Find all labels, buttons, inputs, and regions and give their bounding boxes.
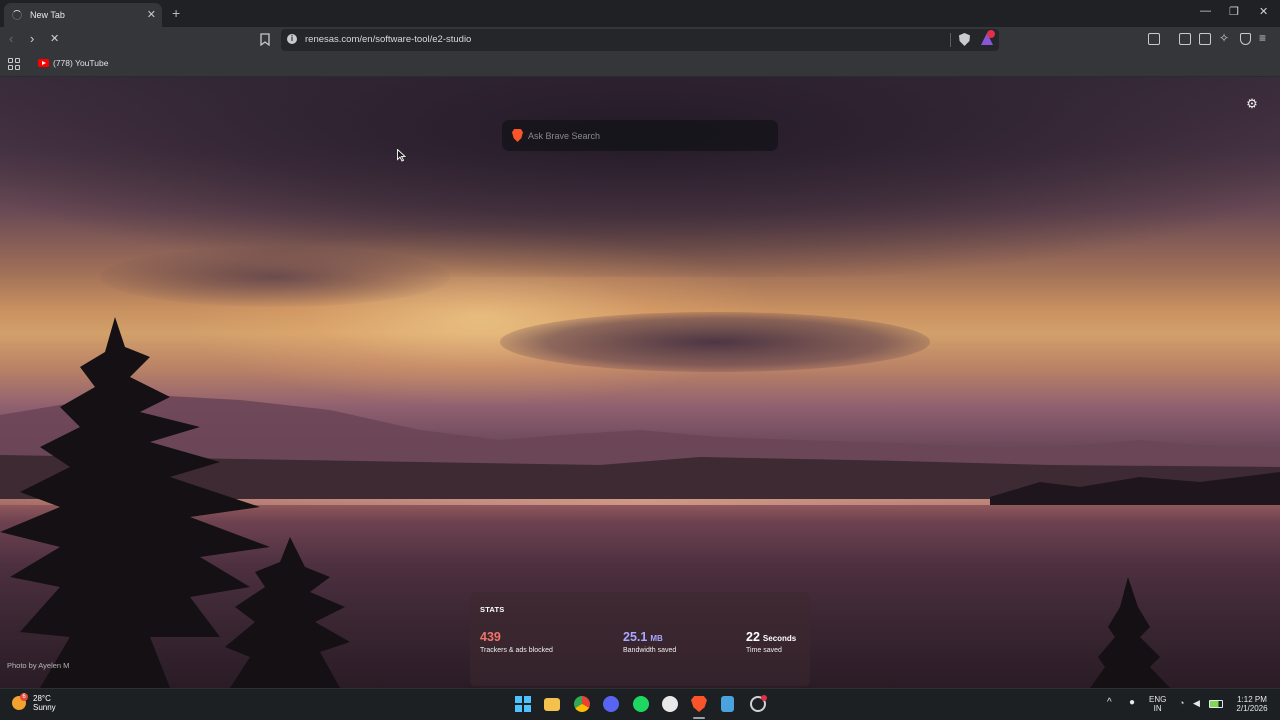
active-app-indicator [693, 717, 705, 719]
volume-icon[interactable]: ◀ [1193, 699, 1200, 708]
stat-trackers: 439 Trackers & ads blocked [480, 630, 553, 654]
reader-mode-icon[interactable] [1148, 33, 1160, 45]
divider [950, 33, 951, 47]
github-icon[interactable] [662, 696, 678, 712]
clock[interactable]: 1:12 PM 2/1/2026 [1230, 695, 1274, 713]
background-clouds [100, 247, 450, 307]
weather-badge: 6 [20, 693, 28, 701]
notification-badge [987, 30, 995, 38]
bookmark-youtube[interactable]: (778) YouTube [38, 58, 108, 68]
gear-icon[interactable]: ⚙ [1245, 97, 1259, 111]
url-text[interactable]: renesas.com/en/software-tool/e2-studio [305, 34, 471, 45]
bookmark-icon[interactable] [260, 33, 270, 46]
brave-icon[interactable] [691, 696, 707, 712]
stat-value: 25.1 [623, 630, 648, 644]
chrome-icon[interactable] [574, 696, 590, 712]
windows-start-icon[interactable] [515, 696, 531, 712]
stat-label: Trackers & ads blocked [480, 647, 553, 654]
brave-shields-icon[interactable] [959, 33, 970, 46]
tab-title: New Tab [30, 10, 65, 20]
language-indicator[interactable]: ENG IN [1149, 695, 1166, 713]
close-icon[interactable]: ✕ [147, 9, 156, 21]
restore-icon[interactable]: ❐ [1229, 5, 1239, 18]
tab-new-tab[interactable]: New Tab ✕ [4, 3, 162, 27]
spotify-icon[interactable] [633, 696, 649, 712]
file-explorer-icon[interactable] [544, 698, 560, 711]
stat-time: 22 Seconds Time saved [746, 630, 796, 654]
sun-icon: 6 [12, 693, 28, 710]
weather-temp: 28°C [33, 694, 51, 703]
lang-line2: IN [1153, 704, 1162, 713]
microphone-icon[interactable]: ● [1129, 698, 1135, 708]
weather-condition: Sunny [33, 703, 56, 712]
new-tab-button[interactable]: + [172, 5, 180, 21]
bookmarks-bar: (778) YouTube [0, 53, 1280, 77]
loading-spinner-icon [12, 10, 22, 20]
menu-icon[interactable]: ≡ [1259, 31, 1266, 45]
search-input[interactable] [528, 120, 768, 151]
forward-arrow-icon[interactable]: › [30, 32, 34, 46]
taskbar: 6 28°C Sunny ^ ● ENG IN ◔ ◀ 1:12 PM 2/1/… [0, 688, 1280, 720]
vpn-shield-icon[interactable] [1240, 33, 1251, 45]
mouse-cursor-icon [397, 149, 406, 162]
date-text: 2/1/2026 [1236, 704, 1268, 713]
minimize-icon[interactable]: — [1200, 5, 1211, 17]
discord-icon[interactable] [603, 696, 619, 712]
wifi-icon[interactable]: ◔ [1179, 699, 1184, 708]
browser-window: New Tab ✕ + — ❐ ✕ ‹ › ✕ i renesas.com/en… [0, 0, 1280, 720]
bookmark-label: (778) YouTube [53, 58, 109, 68]
sidebar-icon[interactable] [1179, 33, 1191, 45]
lang-line1: ENG [1149, 695, 1167, 704]
brave-logo-icon [512, 129, 523, 142]
stat-value: 22 [746, 630, 760, 644]
new-tab-page: ⚙ STATS 439 Trackers & ads blocked 25.1M… [0, 77, 1280, 688]
notepad-icon[interactable] [721, 696, 734, 712]
background-clouds [0, 77, 1280, 277]
leo-ai-icon[interactable]: ✧ [1219, 31, 1229, 45]
stat-unit: Seconds [762, 634, 797, 643]
battery-icon[interactable] [1209, 700, 1223, 708]
apps-grid-icon[interactable] [8, 58, 20, 70]
stat-label: Time saved [746, 647, 782, 654]
time-text: 1:12 PM [1237, 695, 1267, 704]
address-bar[interactable]: i renesas.com/en/software-tool/e2-studio [281, 29, 999, 51]
chevron-up-icon[interactable]: ^ [1107, 698, 1112, 708]
stats-widget: STATS 439 Trackers & ads blocked 25.1 MB … [470, 592, 810, 686]
notification-dot [761, 695, 767, 701]
brave-search-box[interactable] [502, 120, 778, 151]
tab-strip: New Tab ✕ + — ❐ ✕ [0, 0, 1280, 27]
window-close-icon[interactable]: ✕ [1259, 5, 1268, 18]
stat-label: Bandwidth saved [623, 647, 677, 654]
toolbar: ‹ › ✕ i renesas.com/en/software-tool/e2-… [0, 27, 1280, 53]
stat-value: 439 [480, 630, 501, 644]
stat-unit: MB [650, 634, 663, 643]
youtube-icon [38, 59, 49, 67]
wallet-icon[interactable] [1199, 33, 1211, 45]
weather-widget[interactable]: 6 28°C Sunny [12, 693, 56, 712]
stats-heading: STATS [480, 605, 505, 614]
background-mountains [0, 395, 1280, 505]
site-info-icon[interactable]: i [287, 34, 297, 44]
stat-bandwidth: 25.1 MB Bandwidth saved [623, 630, 676, 654]
background-water-shine [0, 499, 1280, 505]
background-clouds [500, 312, 930, 372]
stop-loading-icon[interactable]: ✕ [50, 32, 59, 46]
photo-credit[interactable]: Photo by Ayelen M [7, 661, 69, 670]
back-arrow-icon[interactable]: ‹ [9, 32, 13, 46]
